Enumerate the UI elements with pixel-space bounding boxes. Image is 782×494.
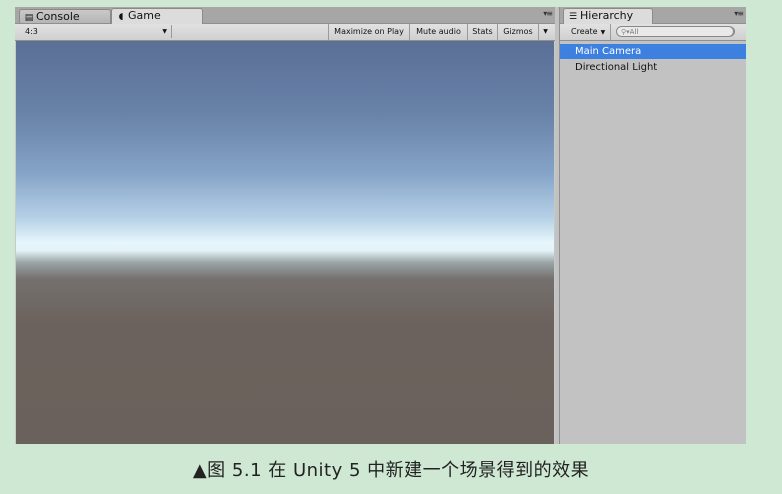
chevron-down-icon: ▼ (162, 28, 167, 35)
hierarchy-toolbar: Create ▼ ⚲▾ (560, 24, 746, 41)
mute-audio-button[interactable]: Mute audio (409, 24, 467, 40)
hierarchy-tabbar: ☰ Hierarchy ▾≡ (560, 7, 746, 24)
aspect-ratio-dropdown[interactable]: 4:3 ▼ (17, 25, 172, 38)
gizmos-button[interactable]: Gizmos (497, 24, 538, 40)
chevron-down-icon: ▼ (600, 29, 606, 36)
aspect-ratio-value: 4:3 (25, 27, 38, 36)
game-viewport[interactable] (16, 41, 554, 444)
tab-hierarchy-label: Hierarchy (580, 9, 634, 22)
unity-editor: ▤ Console ◖ Game ▾≡ 4:3 ▼ Maximize on Play… (15, 7, 746, 444)
figure-caption: ▲图 5.1 在 Unity 5 中新建一个场景得到的效果 (192, 460, 590, 481)
panel-menu-icon[interactable]: ▾≡ (543, 9, 553, 18)
hierarchy-panel: ☰Hierarchy ▾≡ Create▼ ⚲▾ Main Camera Dir… (559, 7, 746, 444)
tab-game[interactable]: ◖ Game (111, 8, 203, 24)
create-button[interactable]: Create ▼ (563, 24, 611, 40)
maximize-on-play-button[interactable]: Maximize on Play (328, 24, 409, 40)
hierarchy-search: ⚲▾ (616, 26, 735, 37)
hierarchy-item-label: Directional Light (575, 62, 658, 73)
stats-button[interactable]: Stats (467, 24, 497, 40)
tab-game-label: Game (128, 9, 161, 22)
tab-hierarchy[interactable]: ☰ Hierarchy (563, 8, 653, 24)
hierarchy-item-main-camera[interactable]: Main Camera (560, 44, 746, 59)
list-icon: ☰ (568, 12, 578, 22)
hierarchy-menu-icon[interactable]: ▾≡ (734, 9, 744, 18)
pacman-game-icon: ◖ (118, 12, 124, 22)
game-toolbar: 4:3 ▼ Maximize on Play Mute audio Stats … (15, 24, 555, 41)
create-label: Create (571, 27, 598, 36)
search-cancel-icon[interactable] (724, 26, 735, 37)
tab-console-label: Console (36, 10, 80, 23)
hierarchy-item-label: Main Camera (575, 46, 642, 57)
game-tabbar: ▤ Console ◖ Game ▾≡ (15, 7, 555, 24)
search-icon: ⚲▾ (621, 28, 630, 36)
hierarchy-item-directional-light[interactable]: Directional Light (560, 60, 746, 75)
game-panel: ▤ Console ◖ Game ▾≡ 4:3 ▼ Maximize on Play… (15, 7, 555, 444)
hierarchy-search-input[interactable] (629, 28, 710, 36)
console-icon: ▤ (24, 13, 34, 23)
gizmos-dropdown-icon[interactable]: ▼ (538, 24, 552, 40)
tab-console[interactable]: ▤ Console (19, 9, 111, 23)
